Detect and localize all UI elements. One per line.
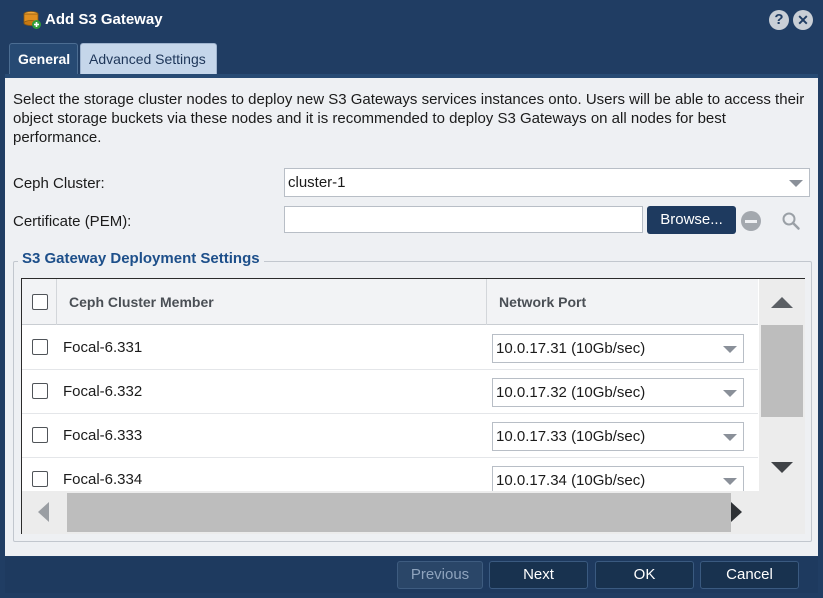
certificate-field[interactable] <box>284 206 643 233</box>
add-s3-gateway-dialog: Add S3 Gateway ? ✕ General Advanced Sett… <box>0 0 823 598</box>
chevron-down-icon[interactable] <box>723 477 737 485</box>
row-checkbox[interactable] <box>32 339 48 355</box>
next-button[interactable]: Next <box>489 561 588 589</box>
network-port-select[interactable]: 10.0.17.32 (10Gb/sec) <box>492 378 744 407</box>
close-icon[interactable]: ✕ <box>793 10 813 30</box>
deployment-settings-legend: S3 Gateway Deployment Settings <box>18 250 264 267</box>
member-name: Focal-6.333 <box>63 427 143 444</box>
tab-advanced-settings[interactable]: Advanced Settings <box>80 43 217 74</box>
column-header-member[interactable]: Ceph Cluster Member <box>57 279 487 325</box>
table-row[interactable]: Focal-6.332 10.0.17.32 (10Gb/sec) <box>22 370 758 414</box>
dialog-title: Add S3 Gateway <box>45 11 163 28</box>
horizontal-scroll-thumb[interactable] <box>67 493 731 532</box>
table-row[interactable]: Focal-6.331 10.0.17.31 (10Gb/sec) <box>22 326 758 370</box>
scroll-left-icon[interactable] <box>38 502 49 522</box>
browse-button[interactable]: Browse... <box>647 206 736 234</box>
ceph-cluster-label: Ceph Cluster: <box>13 175 105 192</box>
grid-header: Ceph Cluster Member Network Port <box>22 279 758 325</box>
network-port-select[interactable]: 10.0.17.33 (10Gb/sec) <box>492 422 744 451</box>
table-row[interactable]: Focal-6.334 10.0.17.34 (10Gb/sec) <box>22 458 758 491</box>
general-panel: Select the storage cluster nodes to depl… <box>5 74 818 556</box>
help-icon[interactable]: ? <box>769 10 789 30</box>
vertical-scrollbar[interactable] <box>759 279 805 491</box>
member-name: Focal-6.331 <box>63 339 143 356</box>
table-row[interactable]: Focal-6.333 10.0.17.33 (10Gb/sec) <box>22 414 758 458</box>
scroll-up-icon[interactable] <box>771 297 793 308</box>
network-port-value: 10.0.17.33 (10Gb/sec) <box>496 428 646 445</box>
s3-gateway-add-icon <box>22 10 42 30</box>
member-name: Focal-6.334 <box>63 471 143 488</box>
chevron-down-icon[interactable] <box>723 389 737 397</box>
previous-button[interactable]: Previous <box>397 561 483 589</box>
network-port-select[interactable]: 10.0.17.34 (10Gb/sec) <box>492 466 744 491</box>
ok-button[interactable]: OK <box>595 561 694 589</box>
network-port-value: 10.0.17.32 (10Gb/sec) <box>496 384 646 401</box>
chevron-down-icon[interactable] <box>723 345 737 353</box>
horizontal-scrollbar[interactable] <box>22 491 805 534</box>
network-port-value: 10.0.17.31 (10Gb/sec) <box>496 340 646 357</box>
clear-certificate-icon[interactable] <box>741 211 761 231</box>
network-port-select[interactable]: 10.0.17.31 (10Gb/sec) <box>492 334 744 363</box>
select-all-checkbox[interactable] <box>32 294 48 310</box>
cluster-member-grid: Ceph Cluster Member Network Port Focal-6… <box>21 278 805 534</box>
chevron-down-icon[interactable] <box>723 433 737 441</box>
row-checkbox[interactable] <box>32 383 48 399</box>
cancel-button[interactable]: Cancel <box>700 561 799 589</box>
row-checkbox[interactable] <box>32 471 48 487</box>
vertical-scroll-thumb[interactable] <box>761 325 803 417</box>
title-bar: Add S3 Gateway ? ✕ <box>0 0 823 40</box>
grid-rows: Focal-6.331 10.0.17.31 (10Gb/sec) Focal-… <box>22 326 758 491</box>
search-icon[interactable] <box>781 211 801 231</box>
description-text: Select the storage cluster nodes to depl… <box>13 91 805 146</box>
select-all-column <box>22 279 57 325</box>
ceph-cluster-value: cluster-1 <box>288 174 346 191</box>
row-checkbox[interactable] <box>32 427 48 443</box>
member-name: Focal-6.332 <box>63 383 143 400</box>
scroll-down-icon[interactable] <box>771 462 793 473</box>
dialog-footer: Previous Next OK Cancel <box>5 557 818 593</box>
tab-general[interactable]: General <box>9 43 78 74</box>
ceph-cluster-select[interactable]: cluster-1 <box>284 168 810 197</box>
scroll-right-icon[interactable] <box>731 502 742 522</box>
chevron-down-icon[interactable] <box>789 179 803 187</box>
network-port-value: 10.0.17.34 (10Gb/sec) <box>496 472 646 489</box>
certificate-label: Certificate (PEM): <box>13 213 132 230</box>
column-header-network-port[interactable]: Network Port <box>487 279 758 325</box>
